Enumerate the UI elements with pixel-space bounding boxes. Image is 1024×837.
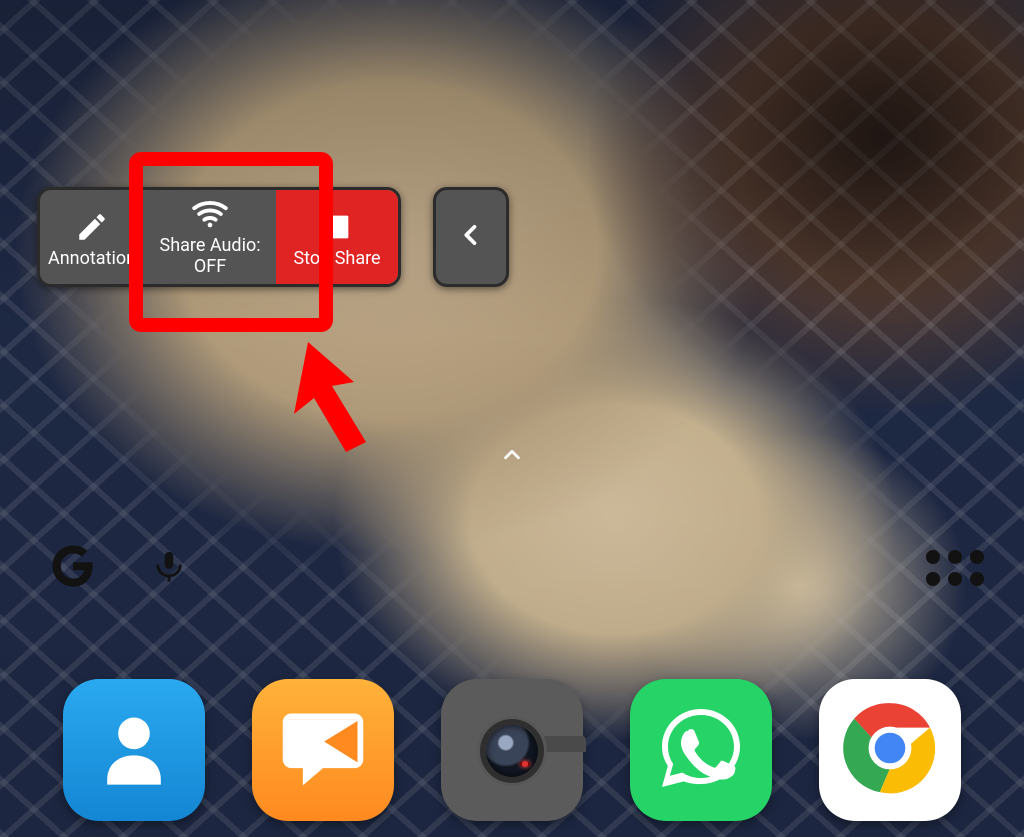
share-audio-state: OFF (194, 257, 226, 278)
home-dock (0, 679, 1024, 821)
stop-share-label: Stop Share (293, 249, 380, 270)
share-audio-label: Share Audio: (160, 236, 261, 257)
app-drawer-button[interactable] (926, 550, 984, 586)
dock-app-messages[interactable] (252, 679, 394, 821)
dock-app-contacts[interactable] (63, 679, 205, 821)
pencil-icon (75, 207, 109, 247)
stop-share-button[interactable]: Stop Share (276, 190, 398, 284)
share-buttons-group: Annotation Share Audio: OFF Stop Share (37, 187, 401, 287)
dock-app-whatsapp[interactable] (630, 679, 772, 821)
collapse-toolbar-button[interactable] (433, 187, 509, 287)
chevron-up-icon (495, 451, 529, 470)
mic-icon (152, 544, 186, 592)
stop-icon (320, 207, 354, 247)
chrome-icon (839, 697, 941, 803)
dock-app-chrome[interactable] (819, 679, 961, 821)
share-audio-button[interactable]: Share Audio: OFF (144, 190, 276, 284)
dock-app-camera[interactable] (441, 679, 583, 821)
google-g-icon (52, 545, 94, 591)
app-drawer-icon (926, 550, 940, 564)
chevron-left-icon (457, 213, 485, 261)
screen-share-toolbar: Annotation Share Audio: OFF Stop Share (37, 187, 509, 287)
annotation-button[interactable]: Annotation (40, 190, 144, 284)
contacts-person-icon (95, 706, 173, 794)
home-apps-caret[interactable] (495, 444, 529, 470)
whatsapp-icon (653, 700, 749, 800)
wifi-icon (188, 194, 232, 234)
annotation-label: Annotation (48, 249, 136, 270)
messages-bubble-icon (277, 702, 369, 798)
google-search-row[interactable] (52, 540, 984, 596)
